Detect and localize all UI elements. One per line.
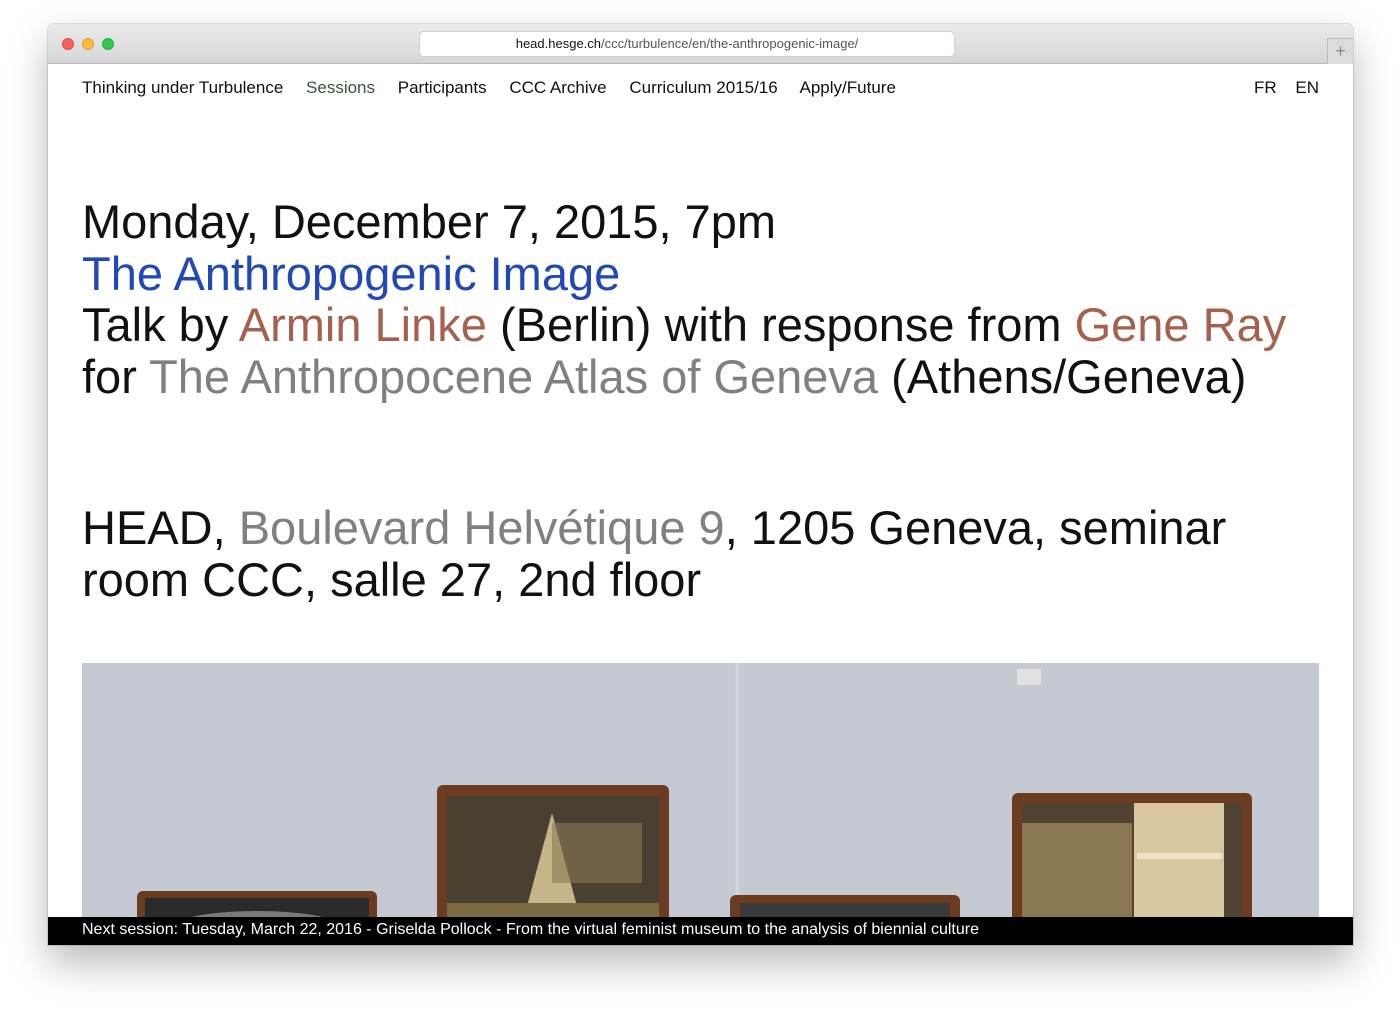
- lang-en-link[interactable]: EN: [1295, 78, 1319, 97]
- new-tab-button[interactable]: +: [1327, 38, 1353, 64]
- url-host: head.hesge.ch: [515, 36, 602, 51]
- event-heading: Monday, December 7, 2015, 7pm The Anthro…: [82, 196, 1312, 402]
- nav-item-sessions[interactable]: Sessions: [306, 78, 375, 97]
- nav-item-curriculum[interactable]: Curriculum 2015/16: [629, 78, 777, 97]
- talk-prefix: Talk by: [82, 298, 239, 351]
- url-path: /ccc/turbulence/en/the-anthropogenic-ima…: [601, 36, 859, 51]
- event-venue: HEAD, Boulevard Helvétique 9, 1205 Genev…: [82, 502, 1312, 605]
- main-nav: Thinking under Turbulence Sessions Parti…: [82, 78, 914, 98]
- address-bar[interactable]: head.hesge.ch/ccc/turbulence/en/the-anth…: [420, 32, 954, 56]
- event-photo: [82, 663, 1319, 945]
- project-link[interactable]: The Anthropocene Atlas of Geneva: [149, 350, 878, 403]
- browser-titlebar: head.hesge.ch/ccc/turbulence/en/the-anth…: [48, 24, 1353, 64]
- project-city: (Athens/Geneva): [878, 349, 1247, 403]
- for-text: for: [82, 349, 150, 403]
- nav-item-apply-future[interactable]: Apply/Future: [800, 78, 896, 97]
- web-page: Thinking under Turbulence Sessions Parti…: [48, 64, 1353, 945]
- lang-fr-link[interactable]: FR: [1254, 78, 1277, 97]
- event-description: Talk by Armin Linke (Berlin) with respon…: [82, 299, 1312, 402]
- respondent-link[interactable]: Gene Ray: [1075, 298, 1287, 351]
- next-session-ticker[interactable]: Next session: Tuesday, March 22, 2016 - …: [48, 917, 1353, 945]
- minimize-window-button[interactable]: [82, 38, 94, 50]
- browser-window: head.hesge.ch/ccc/turbulence/en/the-anth…: [48, 24, 1353, 945]
- next-session-text: Next session: Tuesday, March 22, 2016 - …: [82, 921, 979, 938]
- event-date: Monday, December 7, 2015, 7pm: [82, 195, 777, 248]
- venue-institution: HEAD,: [82, 501, 239, 554]
- nav-item-ccc-archive[interactable]: CCC Archive: [509, 78, 606, 97]
- close-window-button[interactable]: [62, 38, 74, 50]
- exhibition-photo-image: [82, 663, 1319, 945]
- speaker-city: (Berlin) with response from: [486, 298, 1075, 351]
- language-switcher: FR EN: [1240, 78, 1319, 98]
- speaker-link[interactable]: Armin Linke: [239, 298, 487, 351]
- nav-item-participants[interactable]: Participants: [398, 78, 487, 97]
- zoom-window-button[interactable]: [102, 38, 114, 50]
- venue-address-link[interactable]: Boulevard Helvétique 9: [239, 501, 725, 554]
- event-title[interactable]: The Anthropogenic Image: [82, 247, 1312, 300]
- nav-item-thinking-under-turbulence[interactable]: Thinking under Turbulence: [82, 78, 283, 97]
